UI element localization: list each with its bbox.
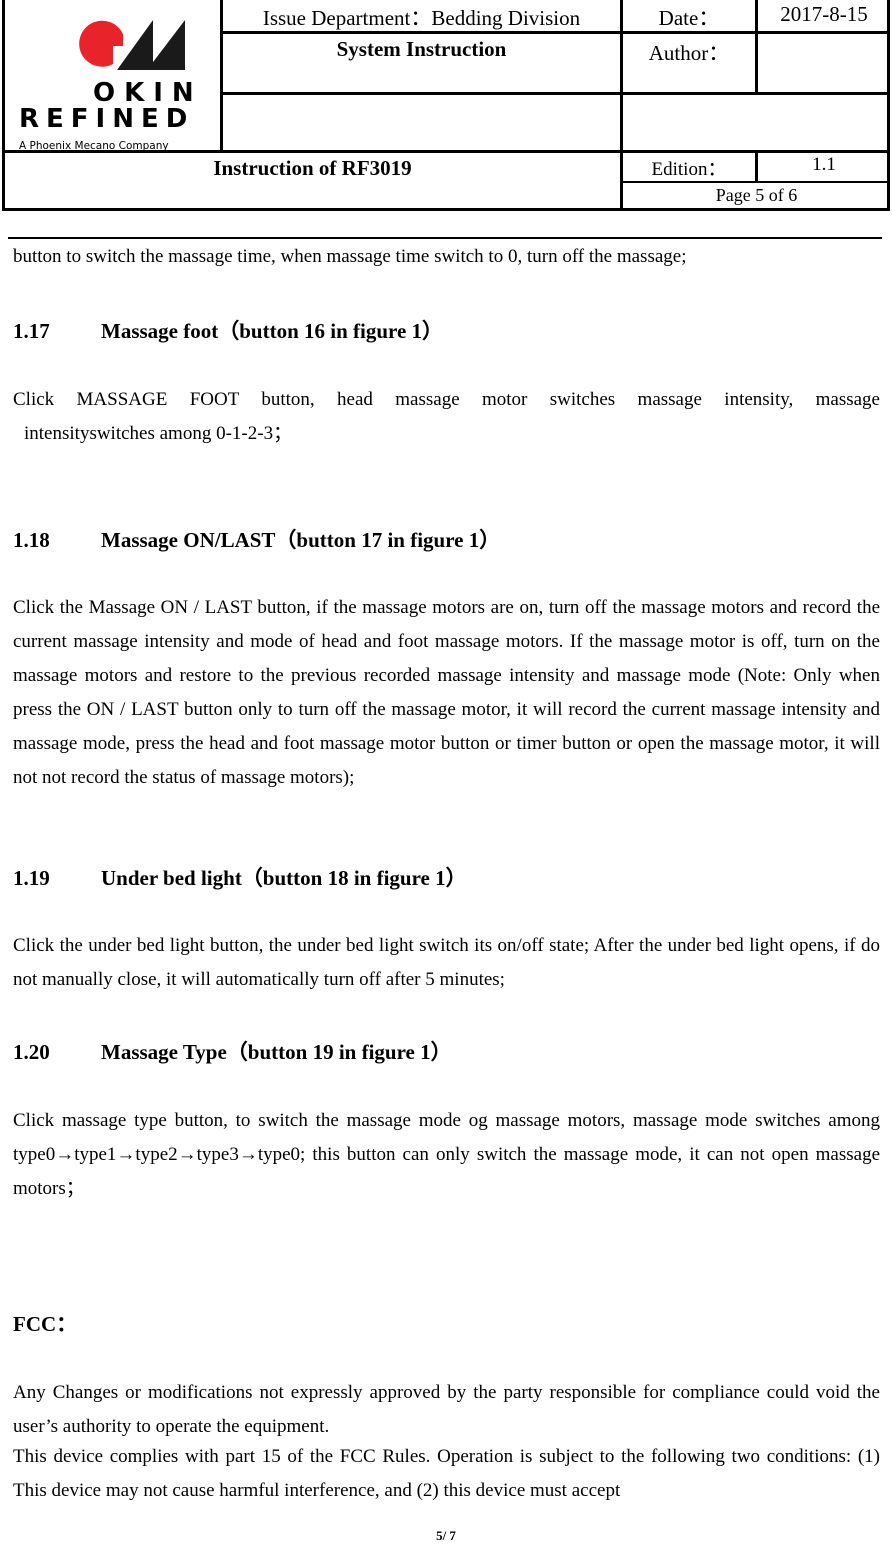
author-label: Author： — [648, 41, 730, 65]
date-label: Date： — [658, 6, 720, 30]
section-title: Under bed light（button 18 in figure 1） — [101, 866, 467, 890]
edition-value: 1.1 — [812, 154, 836, 175]
section-title: Massage ON/LAST（button 17 in figure 1） — [101, 528, 501, 552]
page-info: Page 5 of 6 — [715, 185, 798, 205]
page-number: 5/ 7 — [436, 1528, 456, 1543]
section-heading-1-19: 1.19 Under bed light（button 18 in figure … — [13, 862, 467, 892]
company-logo: OKIN REFINED A Phoenix Mecano Company — [15, 12, 205, 152]
divider — [220, 92, 890, 95]
logo-tagline: A Phoenix Mecano Company — [19, 140, 169, 152]
section-paragraph: Click MASSAGE FOOT button, head massage … — [13, 389, 880, 410]
document-title: Instruction of RF3019 — [213, 156, 412, 180]
section-number: 1.18 — [13, 528, 50, 552]
document-header-table: OKIN REFINED A Phoenix Mecano Company Is… — [2, 0, 890, 211]
section-heading-1-17: 1.17 Massage foot（button 16 in figure 1） — [13, 315, 443, 345]
section-number: 1.19 — [13, 866, 50, 890]
section-number: 1.20 — [13, 1040, 50, 1064]
logo-brand-refined: REFINED — [19, 104, 195, 134]
okin-logo-icon — [79, 20, 185, 70]
system-instruction-label: System Instruction — [336, 37, 507, 61]
fcc-paragraph: This device complies with part 15 of the… — [13, 1446, 880, 1501]
section-paragraph: Click the Massage ON / LAST button, if t… — [13, 597, 880, 788]
section-paragraph: Click massage type button, to switch the… — [13, 1110, 880, 1199]
date-value: 2017-8-15 — [780, 2, 868, 26]
issue-department: Issue Department：Bedding Division — [262, 6, 581, 30]
section-title: Massage foot（button 16 in figure 1） — [101, 319, 444, 343]
section-number: 1.17 — [13, 319, 50, 343]
divider — [620, 181, 890, 183]
section-title: Massage Type（button 19 in figure 1） — [101, 1040, 452, 1064]
author-value — [758, 37, 890, 92]
fcc-heading: FCC： — [13, 1312, 78, 1336]
edition-label: Edition： — [651, 159, 727, 180]
section-paragraph: Click the under bed light button, the un… — [13, 935, 880, 990]
section-heading-1-18: 1.18 Massage ON/LAST（button 17 in figure … — [13, 524, 500, 554]
continuation-paragraph: button to switch the massage time, when … — [13, 246, 687, 267]
section-paragraph: intensityswitches among 0-1-2-3； — [24, 423, 293, 444]
fcc-paragraph: Any Changes or modifications not express… — [13, 1382, 880, 1437]
header-rule — [8, 237, 882, 239]
section-heading-1-20: 1.20 Massage Type（button 19 in figure 1） — [13, 1036, 452, 1066]
